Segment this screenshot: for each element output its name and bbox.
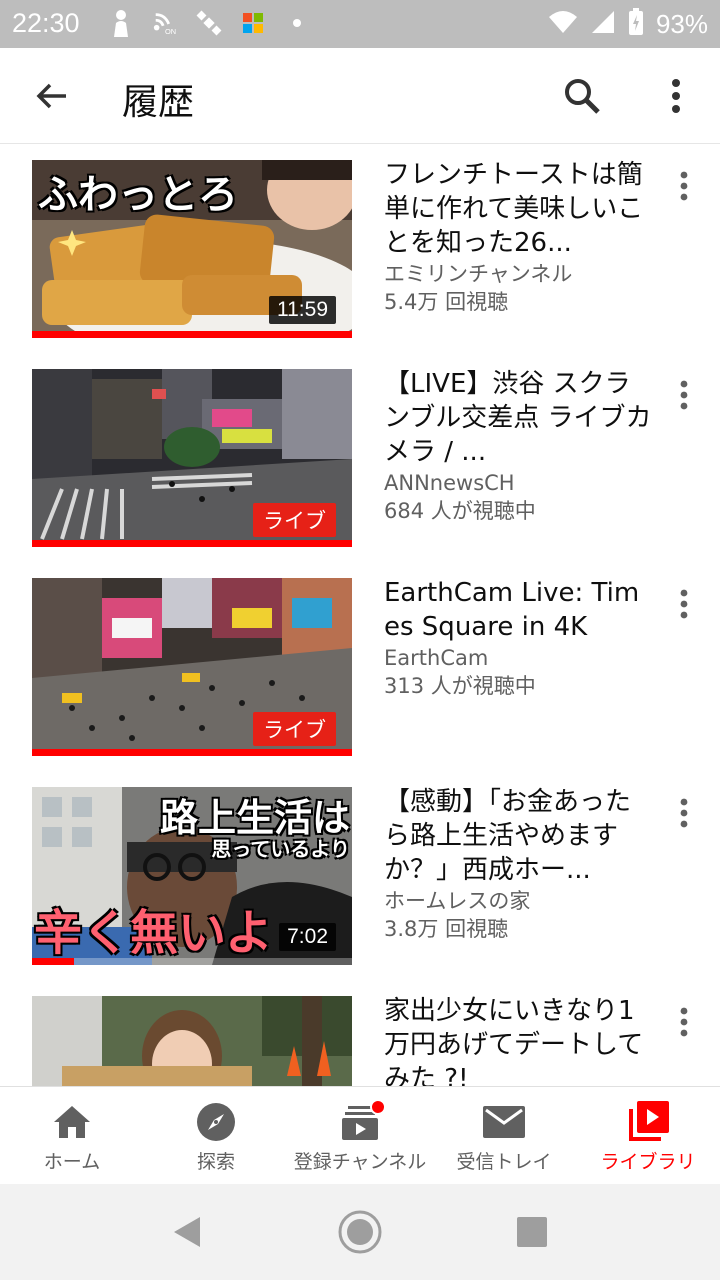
video-thumbnail[interactable]: ふわっとろ 11:59: [32, 160, 352, 338]
viewer-count: 684 人が視聴中: [384, 499, 536, 523]
system-home-button[interactable]: [336, 1208, 384, 1256]
search-button[interactable]: [558, 72, 606, 120]
live-badge: ライブ: [253, 712, 336, 746]
back-button[interactable]: [30, 74, 74, 118]
back-arrow-icon: [36, 83, 66, 109]
history-list[interactable]: ふわっとろ 11:59 フレンチトーストは簡単に作れて美味しいことを知った26.…: [0, 146, 720, 1086]
subscriptions-icon: [342, 1099, 386, 1143]
video-item[interactable]: 家出少女にいきなり1万円あげてデートしてみた ?!: [0, 982, 720, 1086]
tab-inbox[interactable]: 受信トレイ: [444, 1087, 564, 1185]
tab-library[interactable]: ライブラリ: [588, 1087, 708, 1185]
video-info[interactable]: 家出少女にいきなり1万円あげてデートしてみた ?!: [384, 994, 654, 1086]
more-vert-icon: [680, 171, 688, 201]
notification-dot-icon: [284, 10, 310, 36]
watch-progress-bar: [32, 331, 352, 338]
watch-progress-bar: [32, 540, 352, 547]
nfc-icon: ON: [152, 10, 178, 36]
library-icon: [627, 1101, 669, 1143]
video-info[interactable]: 【感動】「お金あったら路上生活やめますか？」西成ホー... ホームレスの家 3.…: [384, 785, 654, 943]
more-vert-icon: [680, 798, 688, 828]
thumbnail-overlay-text: ふわっとろ: [38, 172, 238, 218]
thumbnail-image: [32, 996, 352, 1086]
page-title: 履歴: [122, 82, 195, 123]
wifi-icon: [548, 9, 578, 39]
app-icon: [240, 10, 266, 36]
signal-icon: [590, 9, 616, 39]
explore-icon: [196, 1101, 236, 1143]
channel-name: ホームレスの家: [384, 889, 531, 913]
status-icons-left: ON: [108, 10, 310, 37]
progress-track: [32, 958, 352, 965]
recents-square-icon: [517, 1217, 547, 1247]
video-more-button[interactable]: [664, 1000, 704, 1044]
more-vert-icon: [672, 79, 680, 113]
tab-label: ホーム: [43, 1151, 101, 1173]
more-vert-icon: [680, 380, 688, 410]
tab-home[interactable]: ホーム: [12, 1087, 132, 1185]
tab-label: 探索: [196, 1151, 235, 1173]
video-thumbnail[interactable]: [32, 996, 352, 1086]
satellite-icon: [196, 10, 222, 36]
duration-badge: 11:59: [269, 296, 336, 324]
video-item[interactable]: ライブ 【LIVE】渋谷 スクランブル交差点 ライブカメラ / ... ANNn…: [0, 355, 720, 551]
video-title: 【感動】「お金あったら路上生活やめますか？」西成ホー...: [384, 787, 632, 885]
view-count: 3.8万 回視聴: [384, 917, 509, 941]
tab-label: 登録チャンネル: [293, 1151, 427, 1173]
channel-name: EarthCam: [384, 646, 489, 670]
channel-name: ANNnewsCH: [384, 471, 515, 495]
notification-dot: [370, 1099, 386, 1115]
video-more-button[interactable]: [664, 791, 704, 835]
video-thumbnail[interactable]: ライブ: [32, 369, 352, 547]
status-bar: 22:30 ON 93%: [0, 0, 720, 48]
video-item[interactable]: ふわっとろ 11:59 フレンチトーストは簡単に作れて美味しいことを知った26.…: [0, 146, 720, 342]
home-circle-icon: [338, 1210, 382, 1254]
tab-label: 受信トレイ: [456, 1151, 552, 1173]
watch-progress-bar: [32, 958, 74, 965]
video-item[interactable]: ライブ EarthCam Live: Times Square in 4K Ea…: [0, 564, 720, 760]
battery-icon: [628, 8, 644, 40]
tab-explore[interactable]: 探索: [156, 1087, 276, 1185]
video-title: 家出少女にいきなり1万円あげてデートしてみた ?!: [384, 996, 644, 1086]
app-bar: 履歴: [0, 48, 720, 144]
viewer-count: 313 人が視聴中: [384, 674, 536, 698]
duration-badge: 7:02: [279, 923, 336, 951]
svg-text:ON: ON: [165, 27, 176, 36]
watch-progress-bar: [32, 749, 352, 756]
video-item[interactable]: 路上生活は 思っているより 辛く無いよ 7:02 【感動】「お金あったら路上生活…: [0, 773, 720, 969]
more-vert-icon: [680, 589, 688, 619]
home-icon: [52, 1101, 92, 1143]
back-triangle-icon: [174, 1217, 200, 1247]
tab-subscriptions[interactable]: 登録チャンネル: [285, 1087, 435, 1185]
bottom-navigation: ホーム 探索 登録チャンネル 受信トレイ ライブラリ: [0, 1086, 720, 1184]
video-more-button[interactable]: [664, 164, 704, 208]
video-more-button[interactable]: [664, 373, 704, 417]
thumbnail-overlay-mid: 思っているより: [211, 837, 350, 861]
view-count: 5.4万 回視聴: [384, 290, 509, 314]
video-title: フレンチトーストは簡単に作れて美味しいことを知った26...: [384, 160, 644, 258]
search-icon: [565, 79, 600, 114]
video-more-button[interactable]: [664, 582, 704, 626]
tab-label: ライブラリ: [600, 1151, 696, 1173]
video-info[interactable]: EarthCam Live: Times Square in 4K EarthC…: [384, 576, 654, 700]
channel-name: エミリンチャンネル: [384, 262, 573, 286]
status-time: 22:30: [12, 8, 80, 38]
video-thumbnail[interactable]: 路上生活は 思っているより 辛く無いよ 7:02: [32, 787, 352, 965]
battery-percent: 93%: [655, 8, 708, 39]
system-recents-button[interactable]: [508, 1208, 556, 1256]
video-info[interactable]: フレンチトーストは簡単に作れて美味しいことを知った26... エミリンチャンネル…: [384, 158, 654, 316]
person-icon: [108, 10, 134, 37]
more-vert-icon: [680, 1007, 688, 1037]
system-navigation-bar: [0, 1184, 720, 1280]
thumbnail-overlay-bottom: 辛く無いよ: [34, 905, 274, 961]
inbox-icon: [483, 1101, 525, 1143]
video-title: EarthCam Live: Times Square in 4K: [384, 578, 640, 642]
more-options-button[interactable]: [652, 72, 700, 120]
system-back-button[interactable]: [162, 1208, 210, 1256]
video-info[interactable]: 【LIVE】渋谷 スクランブル交差点 ライブカメラ / ... ANNnewsC…: [384, 367, 654, 525]
status-icons-right: 93%: [548, 8, 708, 40]
live-badge: ライブ: [253, 503, 336, 537]
video-title: 【LIVE】渋谷 スクランブル交差点 ライブカメラ / ...: [384, 369, 652, 467]
video-thumbnail[interactable]: ライブ: [32, 578, 352, 756]
